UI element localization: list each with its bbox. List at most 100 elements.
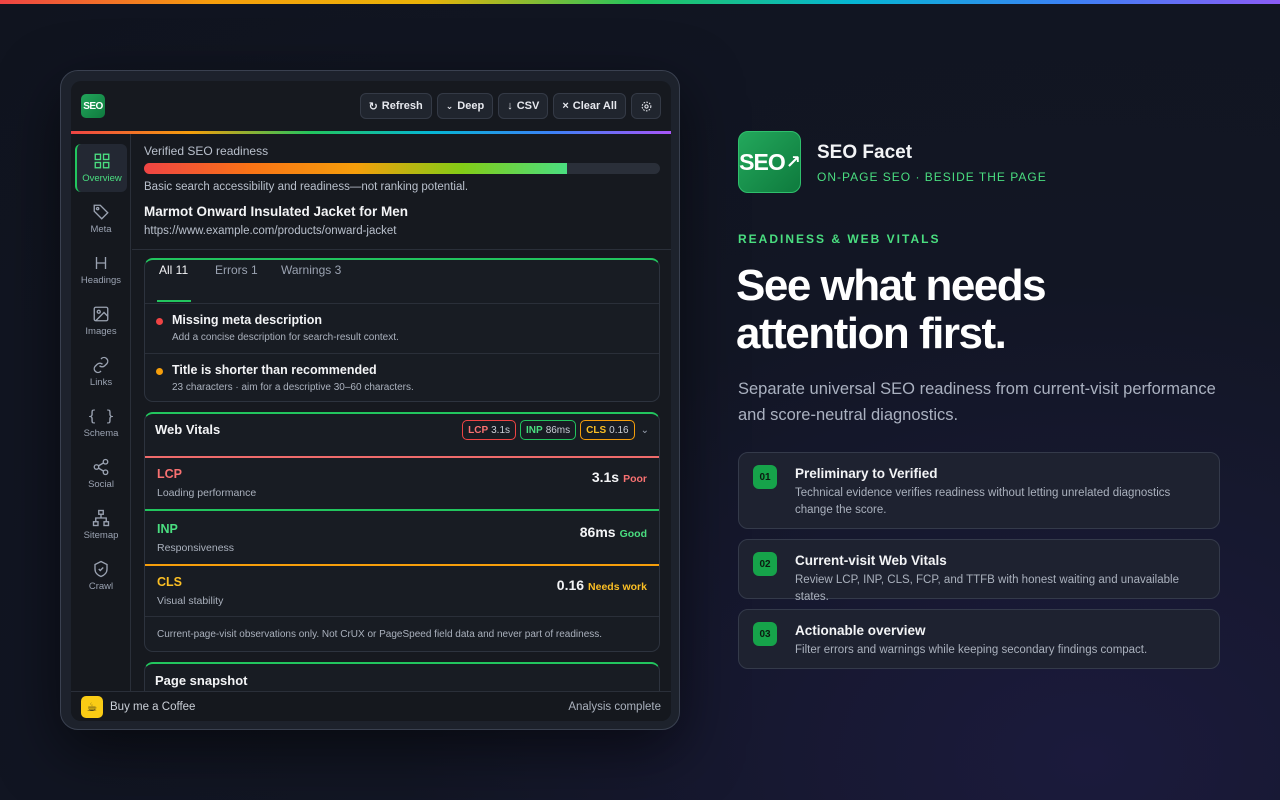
top-rainbow-bar [0, 0, 1280, 4]
feature-number: 03 [753, 622, 777, 646]
vital-row-lcp: LCP Loading performance 3.1s Poor [145, 458, 659, 511]
page-snapshot-card: Page snapshot [144, 662, 660, 691]
link-icon [93, 356, 109, 374]
image-icon [93, 306, 109, 322]
sidebar-item-social[interactable]: Social [75, 450, 127, 498]
issue-item[interactable]: Title is shorter than recommended 23 cha… [145, 353, 659, 401]
readiness-note: Basic search accessibility and readiness… [144, 181, 469, 193]
csv-button[interactable]: ↓ CSV [498, 93, 549, 119]
panel-header: SEO ↻ Refresh ⌄ Deep ↓ CSV × Clear All [71, 81, 671, 131]
shield-icon [94, 560, 108, 578]
feature-description: Review LCP, INP, CLS, FCP, and TTFB with… [795, 574, 1179, 603]
sidebar-item-label: Social [88, 479, 114, 490]
seo-facet-logo-icon: SEO ↗ [738, 131, 801, 193]
inp-chip: INP 86ms [520, 420, 577, 440]
sidebar-item-links[interactable]: Links [75, 348, 127, 396]
sidebar: Overview Meta Headings Images Links { } … [71, 134, 131, 691]
active-tab-indicator [157, 300, 191, 302]
page-url: https://www.example.com/products/onward-… [144, 225, 397, 237]
heading-icon [95, 257, 107, 269]
sidebar-item-label: Meta [90, 224, 112, 235]
sidebar-item-label: Crawl [88, 581, 114, 592]
page-title: Marmot Onward Insulated Jacket for Men [144, 204, 409, 219]
feature-title: Current-visit Web Vitals [795, 553, 947, 568]
refresh-icon: ↻ [368, 100, 378, 113]
vital-name: CLS [157, 575, 182, 589]
sidebar-item-meta[interactable]: Meta [75, 195, 127, 243]
vital-rating: Needs work [588, 581, 647, 593]
vitals-chips: LCP 3.1s INP 86ms CLS 0.16 ⌄ [462, 420, 649, 440]
vital-row-inp: INP Responsiveness 86ms Good [145, 513, 659, 566]
analysis-status: Analysis complete [568, 700, 661, 713]
buy-coffee-link[interactable]: Buy me a Coffee [110, 701, 195, 713]
readiness-label: Verified SEO readiness [144, 144, 269, 158]
coffee-icon[interactable]: ☕ [81, 695, 103, 718]
lead-paragraph: Separate universal SEO readiness from cu… [738, 380, 1216, 424]
panel-footer: ☕ Buy me a Coffee Analysis complete [71, 691, 671, 721]
issue-title: Missing meta description [172, 313, 323, 327]
chevron-down-icon: ⌄ [445, 100, 454, 111]
sidebar-item-images[interactable]: Images [75, 297, 127, 345]
sitemap-icon [92, 509, 110, 527]
settings-button[interactable] [631, 93, 661, 119]
headline: See what needs attention first. [736, 261, 1047, 358]
issue-item[interactable]: Missing meta description Add a concise d… [145, 304, 659, 353]
grid-icon [94, 153, 110, 169]
close-icon: × [562, 100, 569, 112]
sidebar-item-sitemap[interactable]: Sitemap [75, 501, 127, 549]
cls-chip: CLS 0.16 [580, 420, 635, 440]
download-icon: ↓ [507, 100, 513, 112]
tab-errors[interactable]: Errors 1 [215, 263, 258, 277]
vital-rating: Poor [623, 473, 647, 485]
feature-number: 01 [753, 465, 777, 489]
feature-description: Technical evidence verifies readiness wi… [795, 487, 1171, 516]
sidebar-item-schema[interactable]: { } Schema [75, 399, 127, 447]
brand-tagline: ON-PAGE SEO · BESIDE THE PAGE [817, 170, 1047, 184]
web-vitals-card: Web Vitals LCP 3.1s INP 86ms CLS 0.16 ⌄ LCP… [144, 412, 660, 652]
issue-title: Title is shorter than recommended [172, 363, 377, 377]
feature-card: 03 Actionable overview Filter errors and… [738, 609, 1220, 669]
deep-label: Deep [457, 100, 485, 112]
issue-description: 23 characters · aim for a descriptive 30… [172, 382, 414, 393]
vital-name: LCP [157, 467, 182, 481]
feature-description: Filter errors and warnings while keeping… [795, 644, 1148, 656]
error-dot-icon [156, 318, 163, 325]
sidebar-item-label: Links [89, 377, 113, 388]
vital-value: 3.1s Poor [591, 469, 647, 485]
chevron-down-icon[interactable]: ⌄ [641, 425, 649, 436]
page-snapshot-title: Page snapshot [155, 673, 248, 688]
panel-frame: SEO ↻ Refresh ⌄ Deep ↓ CSV × Clear All O… [60, 70, 680, 730]
sidebar-item-crawl[interactable]: Crawl [75, 552, 127, 600]
clear-all-button[interactable]: × Clear All [553, 93, 626, 119]
issue-description: Add a concise description for search-res… [172, 332, 399, 343]
gear-icon [641, 101, 651, 111]
sidebar-item-label: Schema [83, 428, 119, 439]
vital-value: 0.16 Needs work [556, 577, 647, 593]
refresh-label: Refresh [381, 100, 423, 112]
refresh-button[interactable]: ↻ Refresh [359, 93, 432, 119]
logo-text: SEO [739, 148, 786, 175]
feature-title: Preliminary to Verified [795, 466, 938, 481]
feature-title: Actionable overview [795, 623, 926, 638]
panel-main: Verified SEO readiness Basic search acce… [132, 134, 671, 691]
csv-label: CSV [516, 100, 540, 112]
tab-warnings[interactable]: Warnings 3 [281, 263, 341, 277]
share-icon [93, 458, 109, 476]
tab-all[interactable]: All 11 [159, 263, 188, 277]
feature-number: 02 [753, 552, 777, 576]
sidebar-item-label: Images [85, 326, 117, 337]
sidebar-item-headings[interactable]: Headings [75, 246, 127, 294]
readiness-progress-fill [144, 163, 568, 174]
readiness-progress [144, 163, 660, 174]
brand-name: SEO Facet [817, 142, 913, 163]
web-vitals-header[interactable]: Web Vitals LCP 3.1s INP 86ms CLS 0.16 ⌄ [145, 414, 659, 458]
deep-button[interactable]: ⌄ Deep [436, 93, 494, 119]
issue-filter-tabs: All 11 Errors 1 Warnings 3 [145, 260, 659, 304]
warning-dot-icon [156, 368, 163, 375]
sidebar-item-label: Overview [82, 173, 122, 184]
clear-all-label: Clear All [572, 100, 617, 112]
vital-rating: Good [619, 528, 647, 540]
sidebar-item-overview[interactable]: Overview [75, 144, 127, 192]
lcp-chip: LCP 3.1s [462, 420, 517, 440]
feature-card: 02 Current-visit Web Vitals Review LCP, … [738, 539, 1220, 603]
